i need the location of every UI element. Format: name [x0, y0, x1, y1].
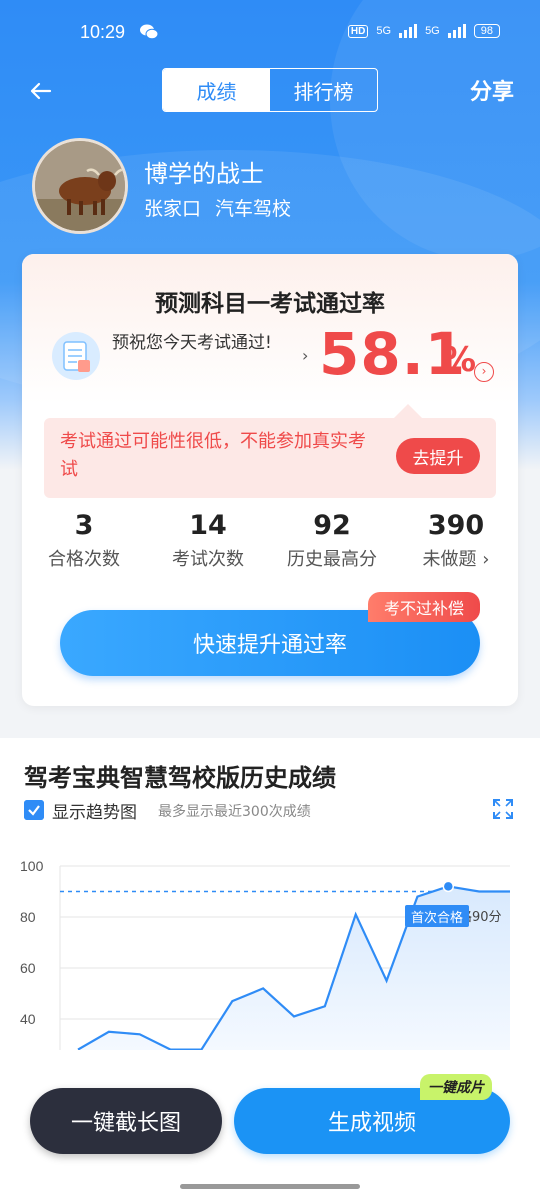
- wish-text: 预祝您今天考试通过!: [112, 333, 272, 353]
- battery-icon: 98: [473, 24, 500, 38]
- compensation-badge[interactable]: 考不过补偿: [367, 592, 480, 622]
- wechat-icon: [140, 24, 158, 40]
- chevron-circle-icon[interactable]: ›: [474, 362, 494, 382]
- stat-undone[interactable]: 390 未做题 ›: [394, 510, 518, 571]
- chevron-right-icon: ›: [302, 346, 309, 365]
- back-arrow-icon[interactable]: [26, 76, 56, 106]
- status-bar: 10:29 HD 5G 5G 98: [0, 0, 540, 66]
- checkbox-checked-icon[interactable]: [24, 800, 44, 820]
- stat-high-score[interactable]: 92 历史最高分: [270, 510, 394, 571]
- user-name: 博学的战士: [144, 160, 264, 188]
- stat-value: 14: [189, 510, 227, 541]
- user-school: 汽车驾校: [215, 198, 292, 220]
- signal-label-2: 5G: [425, 25, 440, 37]
- stat-label-text: 未做题: [422, 549, 477, 570]
- chevron-right-icon: ›: [482, 549, 490, 570]
- stat-label: 合格次数: [48, 549, 120, 570]
- y-tick-label: 40: [20, 1011, 36, 1027]
- prediction-card: 预测科目一考试通过率 预祝您今天考试通过! › 58.1 % › 考试通过可能性…: [22, 254, 518, 706]
- tab-ranking[interactable]: 排行榜: [270, 69, 377, 111]
- fullscreen-icon[interactable]: [492, 798, 514, 820]
- signal-label-1: 5G: [376, 25, 392, 37]
- signal-icon: [399, 24, 418, 38]
- stat-value: 3: [74, 510, 94, 541]
- stat-label: 考试次数: [172, 549, 244, 570]
- first-pass-point[interactable]: [442, 880, 455, 893]
- history-title: 驾考宝典智慧驾校版历史成绩: [24, 764, 336, 792]
- share-button[interactable]: 分享: [470, 74, 514, 106]
- warning-notch: [394, 404, 422, 418]
- stat-value: 390: [427, 510, 485, 541]
- stat-exam-count[interactable]: 14 考试次数: [146, 510, 270, 571]
- warning-box: 考试通过可能性很低，不能参加真实考试 去提升: [44, 418, 496, 498]
- user-location: 张家口 汽车驾校: [144, 194, 291, 221]
- prediction-title: 预测科目一考试通过率: [155, 291, 385, 317]
- first-pass-tag: 首次合格: [405, 905, 470, 927]
- status-icons: HD 5G 5G 98: [347, 24, 500, 38]
- y-tick-label: 80: [20, 909, 36, 925]
- show-trend-label[interactable]: 显示趋势图: [52, 798, 137, 823]
- trend-plot: [59, 865, 510, 1050]
- video-badge: 一键成片: [420, 1074, 492, 1100]
- stat-value: 92: [313, 510, 351, 541]
- stats-row: 3 合格次数 14 考试次数 92 历史最高分 390 未做题 ›: [22, 510, 518, 571]
- y-tick-label: 100: [20, 858, 44, 874]
- long-screenshot-button[interactable]: 一键截长图: [30, 1088, 222, 1154]
- pass-rate-percent: %: [442, 340, 477, 380]
- history-note: 最多显示最近300次成绩: [158, 804, 311, 820]
- tab-switcher: 成绩 排行榜: [162, 68, 378, 112]
- stat-label: 历史最高分: [287, 549, 377, 570]
- user-city: 张家口: [144, 198, 202, 220]
- y-tick-label: 60: [20, 960, 36, 976]
- stat-label: 未做题 ›: [394, 545, 518, 571]
- exam-document-icon: [52, 332, 100, 380]
- hd-icon: HD: [347, 24, 369, 38]
- improve-button[interactable]: 去提升: [396, 438, 480, 474]
- signal-icon: [447, 24, 466, 38]
- stat-pass-count[interactable]: 3 合格次数: [22, 510, 146, 571]
- home-indicator[interactable]: [180, 1184, 360, 1189]
- warning-text: 考试通过可能性很低，不能参加真实考试: [60, 431, 366, 480]
- tab-scores[interactable]: 成绩: [163, 69, 270, 111]
- avatar[interactable]: [32, 138, 128, 234]
- score-trend-chart: 100 80 60 40 首次合格 合格90分: [0, 848, 540, 1058]
- status-time: 10:29: [80, 22, 126, 42]
